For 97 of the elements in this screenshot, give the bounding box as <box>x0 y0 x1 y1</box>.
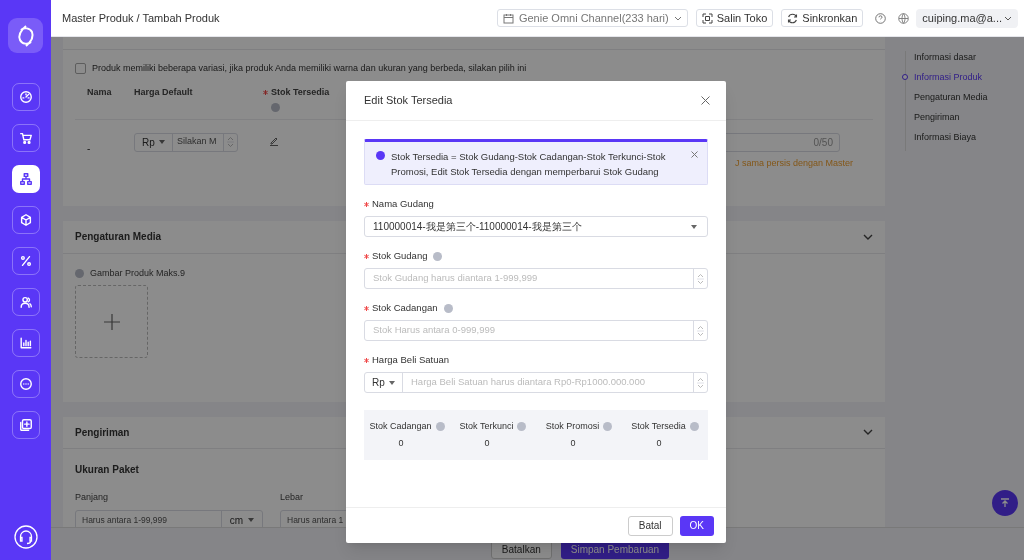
caret-icon <box>388 380 395 385</box>
info-icon <box>376 151 385 160</box>
price-input[interactable]: Rp Harga Beli Satuan harus diantara Rp0-Rp1000.000.000 <box>364 372 708 393</box>
header-button[interactable]: Salin Toko <box>695 9 774 27</box>
sidebar-item[interactable] <box>11 247 40 275</box>
summary-label: Stok Promosi <box>545 420 600 433</box>
select-value: 110000014-我是第三个-110000014-我是第三个 <box>373 220 582 234</box>
summary-label: Stok Cadangan <box>369 420 432 433</box>
nav-link[interactable]: Informasi dasar <box>914 51 977 63</box>
placeholder: Harus antara 1-99,999 <box>81 513 169 527</box>
sitemap-icon <box>18 172 33 186</box>
summary-value: 0 <box>656 436 662 450</box>
back-to-top-button[interactable] <box>992 490 1018 516</box>
chevron-down-icon <box>673 15 682 21</box>
section-title: Pengaturan Media <box>75 230 162 244</box>
modal-title: Edit Stok Tersedia <box>364 93 453 109</box>
percent-icon <box>18 254 33 268</box>
field-label: Lebar <box>280 490 305 504</box>
bar-chart-icon <box>18 336 33 350</box>
sidebar-item[interactable] <box>11 124 40 152</box>
summary-label: Stok Tersedia <box>631 420 686 433</box>
subsection-title: Ukuran Paket <box>75 462 140 477</box>
sync-icon <box>787 12 799 24</box>
add-icon <box>18 418 33 432</box>
info-icon <box>75 268 84 278</box>
people-icon <box>18 295 33 309</box>
caret-icon <box>691 224 697 229</box>
placeholder: Harga Beli Satuan harus diantara Rp0-Rp1000.000.000 <box>410 375 646 390</box>
nav-link[interactable]: Informasi Produk <box>914 71 983 83</box>
unit-select[interactable]: cm <box>229 512 244 528</box>
nav-link[interactable]: Informasi Biaya <box>914 131 977 143</box>
close-icon[interactable] <box>691 151 698 158</box>
gauge-icon <box>18 90 33 104</box>
plus-icon <box>103 313 120 330</box>
chevron-down-icon[interactable] <box>863 233 873 240</box>
field-label: Stok Cadangan <box>372 300 438 315</box>
edit-icon[interactable] <box>269 135 279 146</box>
media-note: Gambar Produk Maks.9 <box>90 266 186 280</box>
breadcrumb: Master Produk / Tambah Produk <box>62 10 220 26</box>
sidebar-item[interactable] <box>11 165 40 193</box>
sidebar-item[interactable] <box>11 411 40 439</box>
info-icon <box>435 422 445 432</box>
summary-label: Stok Terkunci <box>459 420 514 433</box>
help-icon[interactable] <box>875 12 887 24</box>
globe-icon[interactable] <box>898 12 910 24</box>
caret-icon <box>158 140 165 144</box>
checkbox[interactable] <box>75 63 86 75</box>
field-label: Nama <box>87 85 112 99</box>
placeholder: Stok Gudang harus diantara 1-999,999 <box>372 271 539 286</box>
field-label: Harga Beli Satuan <box>372 352 450 367</box>
price-input[interactable]: Rp Silakan M <box>134 132 238 152</box>
field-label: Harga Default <box>134 85 193 99</box>
field-label: Stok Gudang <box>372 248 428 263</box>
field-label: Nama Gudang <box>372 196 434 211</box>
store-select[interactable]: Genie Omni Channel(233 hari) <box>496 9 688 27</box>
sidebar-item[interactable] <box>11 329 40 357</box>
currency-select[interactable]: Rp <box>372 375 385 390</box>
chevron-down-icon[interactable] <box>863 429 873 435</box>
summary-value: 0 <box>484 436 490 450</box>
table-cell: - <box>87 142 91 154</box>
header-button[interactable]: Sinkronkan <box>781 9 864 27</box>
field-label: Stok Tersedia <box>271 85 330 99</box>
nav-link[interactable]: Pengaturan Media <box>914 91 988 103</box>
chevron-down-icon <box>1004 15 1012 21</box>
placeholder: Harus antara 1 <box>286 513 345 527</box>
placeholder: Silakan M <box>176 135 218 149</box>
arrow-up-icon <box>1000 498 1010 508</box>
nav-link[interactable]: Pengiriman <box>914 111 960 123</box>
dialog-button[interactable]: Batal <box>627 515 673 536</box>
summary-value: 0 <box>398 436 404 450</box>
warehouse-select[interactable]: 110000014-我是第三个-110000014-我是第三个 <box>364 216 708 237</box>
user-menu[interactable]: cuiping.ma@a... <box>916 8 1018 28</box>
checkbox-label: Produk memiliki beberapa variasi, jika produk Anda memiliki warna dan ukuran yang berbeda, silakan pilih ini <box>92 62 527 75</box>
sidebar-item[interactable] <box>11 370 40 398</box>
info-icon <box>603 422 613 432</box>
placeholder: Stok Harus antara 0-999,999 <box>372 323 496 338</box>
calendar-icon <box>502 12 514 24</box>
dialog-button[interactable]: OK <box>679 515 714 536</box>
chat-icon <box>18 377 33 391</box>
caret-icon <box>248 518 255 522</box>
headset-icon[interactable] <box>13 525 38 549</box>
section-title: Pengiriman <box>75 425 130 440</box>
app-logo[interactable] <box>8 18 43 53</box>
cube-icon <box>18 213 33 227</box>
warning-text: J sama persis dengan Master <box>735 156 854 170</box>
close-icon[interactable] <box>701 96 710 105</box>
cart-icon <box>18 131 33 145</box>
field-label: Panjang <box>75 490 110 504</box>
copy-icon <box>701 12 713 24</box>
info-icon <box>689 422 699 432</box>
sidebar-item[interactable] <box>11 206 40 234</box>
sidebar-item[interactable] <box>11 288 40 316</box>
info-icon <box>517 422 527 432</box>
sidebar-item[interactable] <box>11 83 40 111</box>
summary-value: 0 <box>570 436 576 450</box>
currency-select[interactable]: Rp <box>142 134 155 150</box>
alert-text: Stok Tersedia = Stok Gudang-Stok Cadangan-Stok Terkunci-Stok Promosi, Edit Stok Tersedia dengan memperbarui Stok Gudang <box>391 150 667 179</box>
